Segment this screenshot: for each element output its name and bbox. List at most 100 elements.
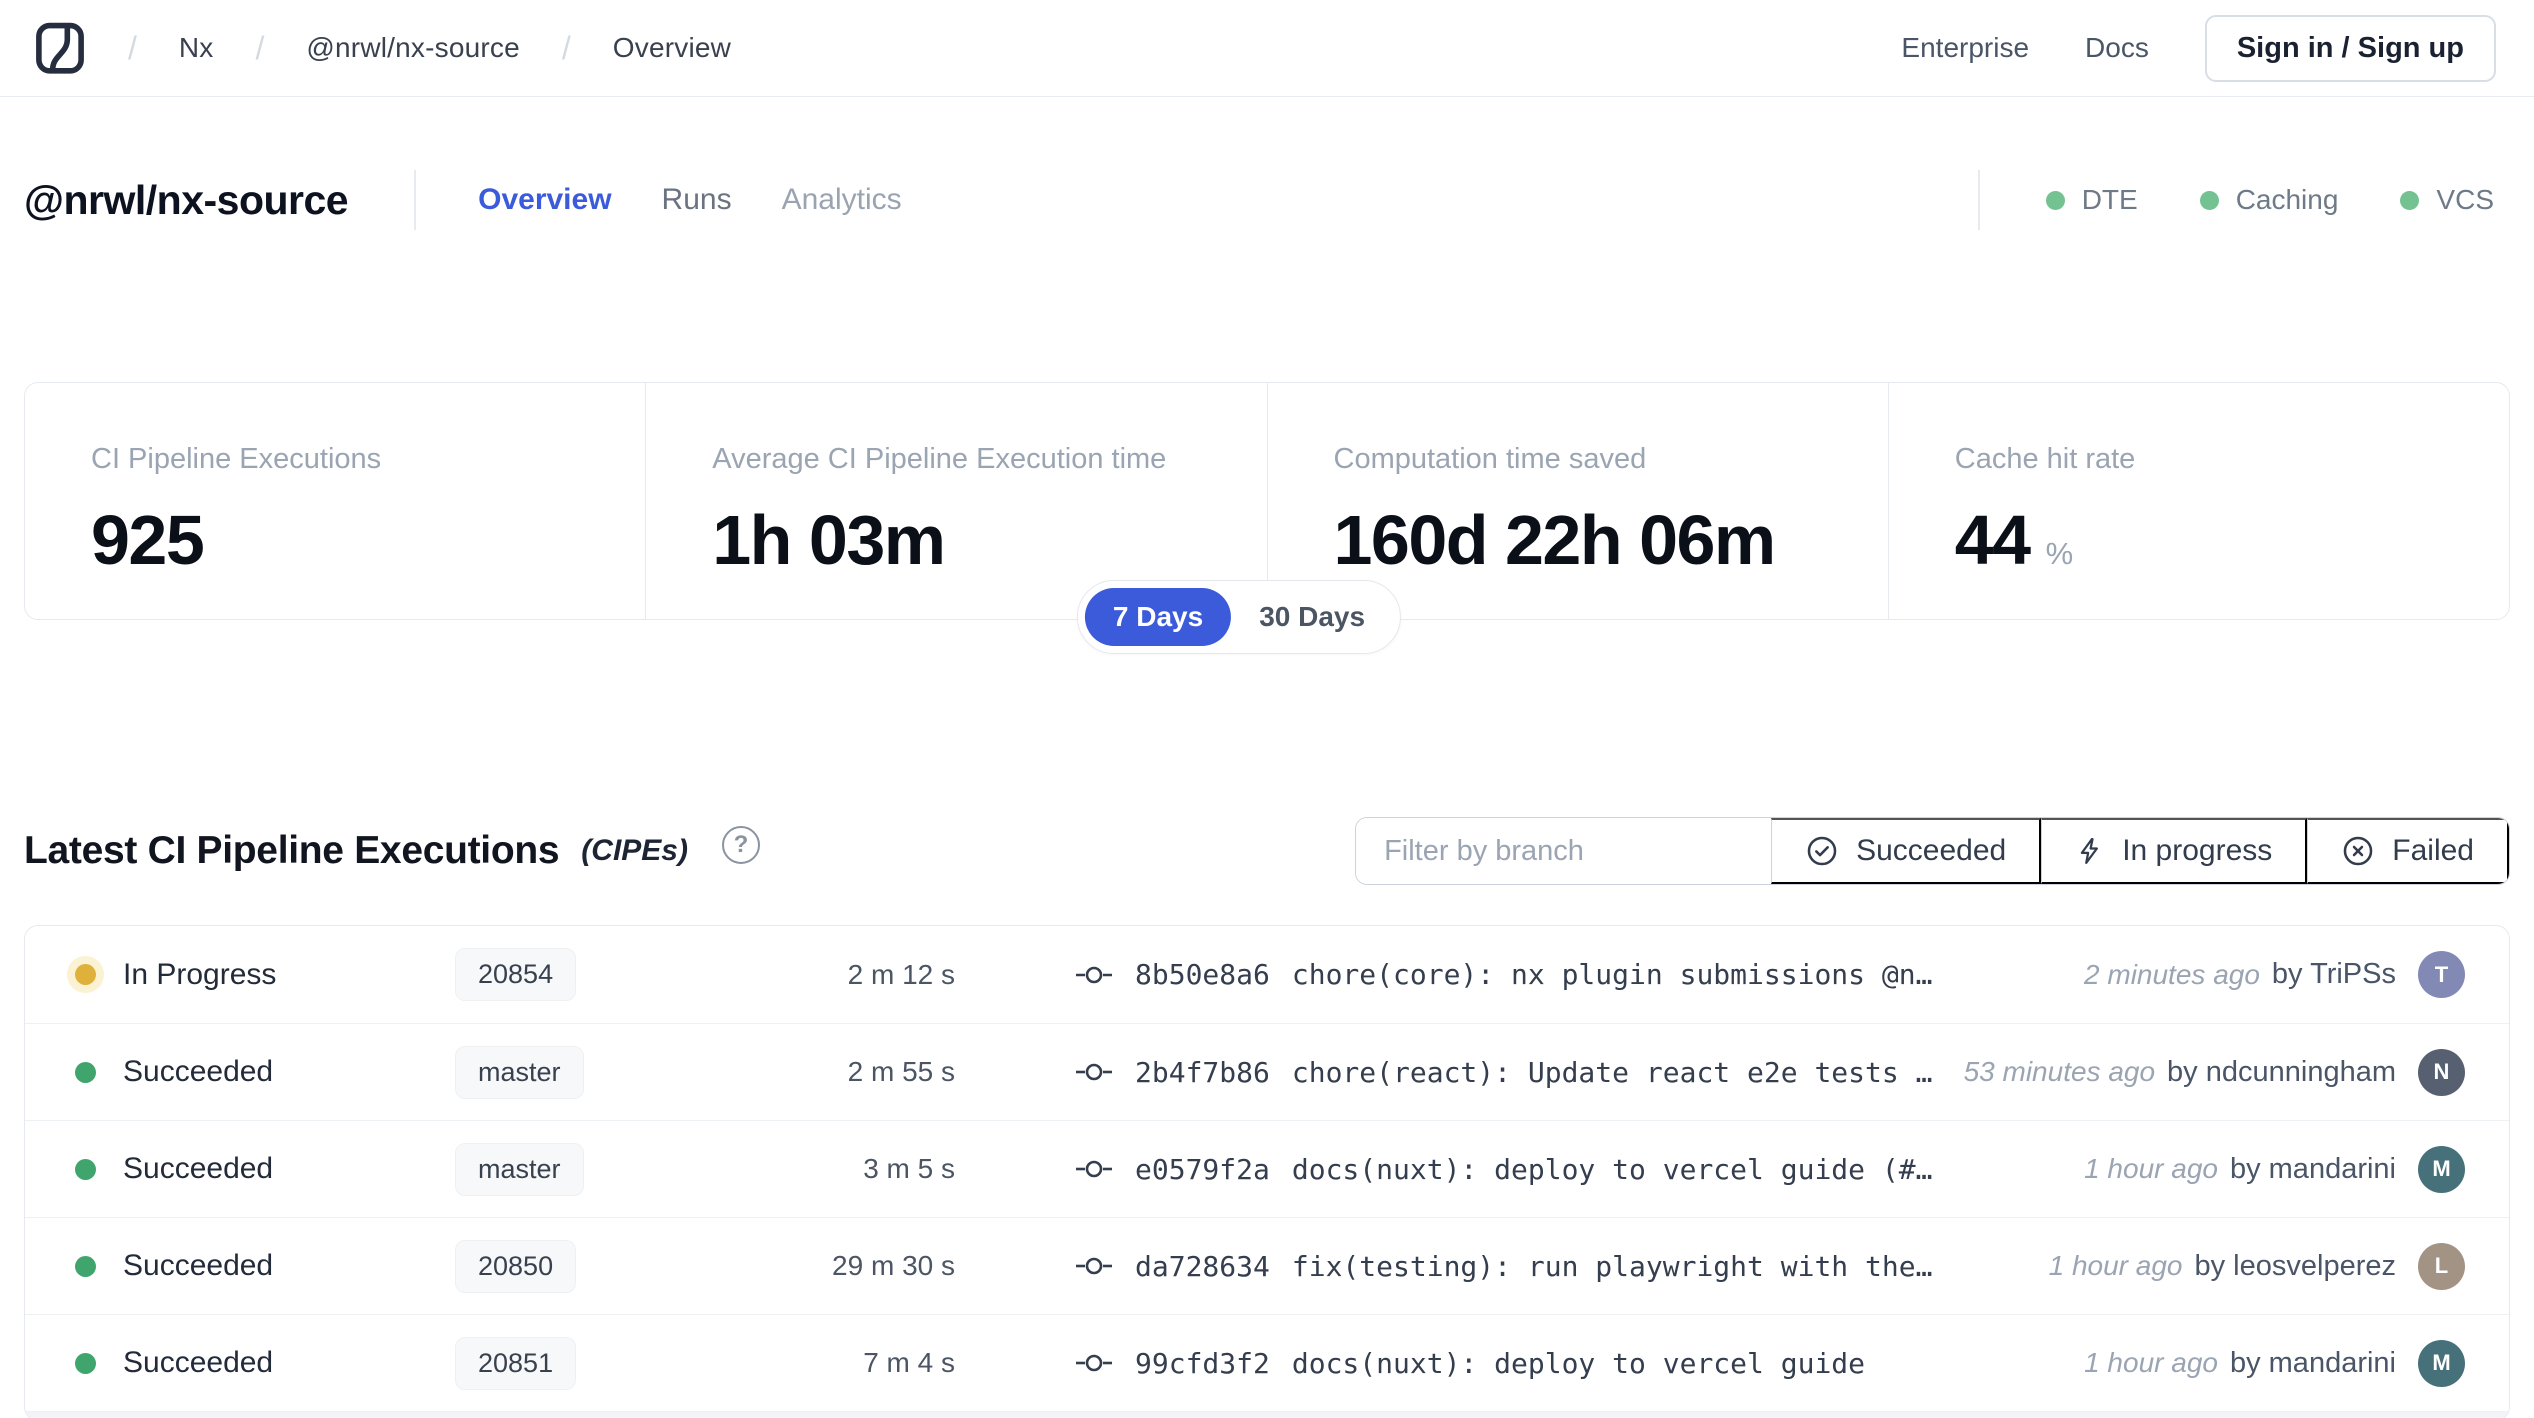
x-circle-icon [2341, 834, 2375, 868]
table-row[interactable]: Succeeded master 2 m 55 s 2b4f7b86 chore… [25, 1023, 2509, 1120]
git-commit-icon [1075, 1350, 1113, 1376]
meta-cell: 53 minutes ago by ndcunningham N [1964, 1049, 2465, 1096]
toggle-7-days[interactable]: 7 Days [1085, 588, 1231, 646]
author: by ndcunningham [2167, 1056, 2396, 1089]
timestamp: 1 hour ago [2084, 1347, 2218, 1379]
cipes-header: Latest CI Pipeline Executions (CIPEs) ? … [24, 817, 2510, 885]
breadcrumb-item-workspace[interactable]: @nrwl/nx-source [306, 32, 519, 64]
duration: 3 m 5 s [705, 1153, 955, 1185]
status-cell: In Progress [75, 958, 455, 992]
avatar[interactable]: L [2418, 1243, 2465, 1290]
enterprise-link[interactable]: Enterprise [1901, 32, 2029, 64]
nx-cloud-logo-icon[interactable] [34, 20, 86, 76]
avatar[interactable]: N [2418, 1049, 2465, 1096]
stat-ci-pipeline-executions: CI Pipeline Executions 925 [25, 383, 645, 619]
table-row[interactable]: Succeeded 20851 7 m 4 s 99cfd3f2 docs(nu… [25, 1314, 2509, 1411]
branch-badge[interactable]: 20850 [455, 1240, 576, 1293]
author: by mandarini [2230, 1153, 2396, 1186]
filter-in-progress-button[interactable]: In progress [2041, 818, 2307, 884]
breadcrumb-separator: / [128, 30, 137, 67]
succeeded-dot-icon [75, 1159, 96, 1180]
succeeded-dot-icon [75, 1353, 96, 1374]
branch-badge[interactable]: master [455, 1046, 584, 1099]
commit-message: chore(react): Update react e2e tests … [1292, 1056, 1933, 1089]
author: by leosvelperez [2195, 1250, 2397, 1283]
avatar[interactable]: T [2418, 951, 2465, 998]
avatar[interactable]: M [2418, 1146, 2465, 1193]
cipes-title: Latest CI Pipeline Executions [24, 829, 559, 873]
filter-failed-button[interactable]: Failed [2307, 818, 2509, 884]
commit-cell: e0579f2a docs(nuxt): deploy to vercel gu… [1075, 1153, 2054, 1186]
duration: 2 m 55 s [705, 1056, 955, 1088]
duration: 7 m 4 s [705, 1347, 955, 1379]
stats-card: CI Pipeline Executions 925 Average CI Pi… [24, 382, 2510, 620]
avatar[interactable]: M [2418, 1340, 2465, 1387]
filter-succeeded-button[interactable]: Succeeded [1771, 818, 2041, 884]
table-row[interactable]: Succeeded master 3 m 5 s e0579f2a docs(n… [25, 1120, 2509, 1217]
toggle-30-days[interactable]: 30 Days [1231, 588, 1393, 646]
workspace-features: DTE Caching VCS [1978, 170, 2494, 230]
meta-cell: 2 minutes ago by TriPSs T [2084, 951, 2465, 998]
green-status-dot-icon [2200, 191, 2219, 210]
author: by mandarini [2230, 1347, 2396, 1380]
stat-value: 44 % [1955, 500, 2509, 580]
author: by TriPSs [2272, 958, 2396, 991]
commit-message: chore(core): nx plugin submissions @n… [1292, 958, 1933, 991]
docs-link[interactable]: Docs [2085, 32, 2149, 64]
succeeded-dot-icon [75, 1256, 96, 1277]
commit-cell: 8b50e8a6 chore(core): nx plugin submissi… [1075, 958, 2054, 991]
cipes-title-wrap: Latest CI Pipeline Executions (CIPEs) ? [24, 829, 760, 873]
feature-vcs: VCS [2400, 184, 2494, 216]
divider [414, 170, 416, 230]
git-commit-icon [1075, 1253, 1113, 1279]
commit-hash[interactable]: da728634 [1135, 1250, 1270, 1283]
stat-value: 1h 03m [712, 500, 1266, 580]
sign-in-button[interactable]: Sign in / Sign up [2205, 15, 2496, 82]
breadcrumb-item-overview[interactable]: Overview [613, 32, 731, 64]
commit-message: fix(testing): run playwright with the… [1292, 1250, 1933, 1283]
percent-suffix: % [2046, 536, 2074, 572]
in-progress-dot-icon [75, 964, 96, 985]
status-cell: Succeeded [75, 1055, 455, 1089]
branch-filter-input[interactable] [1356, 818, 1771, 884]
meta-cell: 1 hour ago by leosvelperez L [2049, 1243, 2465, 1290]
top-header: / Nx / @nrwl/nx-source / Overview Enterp… [0, 0, 2534, 97]
table-row[interactable]: Succeeded 20850 29 m 30 s da728634 fix(t… [25, 1217, 2509, 1314]
commit-hash[interactable]: e0579f2a [1135, 1153, 1270, 1186]
cipes-filter-group: Succeeded In progress Failed [1355, 817, 2510, 885]
stat-value: 925 [91, 500, 645, 580]
bolt-icon [2075, 834, 2105, 868]
git-commit-icon [1075, 1156, 1113, 1182]
workspace-title: @nrwl/nx-source [24, 177, 348, 224]
commit-hash[interactable]: 8b50e8a6 [1135, 958, 1270, 991]
commit-hash[interactable]: 2b4f7b86 [1135, 1056, 1270, 1089]
breadcrumb-separator: / [562, 30, 571, 67]
commit-cell: 2b4f7b86 chore(react): Update react e2e … [1075, 1056, 1934, 1089]
help-question-icon[interactable]: ? [722, 826, 760, 864]
meta-cell: 1 hour ago by mandarini M [2084, 1146, 2465, 1193]
tab-overview[interactable]: Overview [478, 183, 611, 217]
breadcrumb: / Nx / @nrwl/nx-source / Overview [34, 20, 731, 76]
stat-cache-hit-rate: Cache hit rate 44 % [1888, 383, 2509, 619]
commit-message: docs(nuxt): deploy to vercel guide [1292, 1347, 1865, 1380]
feature-dte: DTE [2046, 184, 2138, 216]
timestamp: 53 minutes ago [1964, 1056, 2155, 1088]
branch-badge[interactable]: 20854 [455, 948, 576, 1001]
timestamp: 1 hour ago [2049, 1250, 2183, 1282]
status-cell: Succeeded [75, 1346, 455, 1380]
timestamp: 2 minutes ago [2084, 959, 2260, 991]
commit-cell: da728634 fix(testing): run playwright wi… [1075, 1250, 2019, 1283]
feature-caching: Caching [2200, 184, 2339, 216]
workspace-bar: @nrwl/nx-source Overview Runs Analytics … [0, 160, 2534, 240]
tab-runs[interactable]: Runs [662, 183, 732, 217]
green-status-dot-icon [2046, 191, 2065, 210]
duration: 2 m 12 s [705, 959, 955, 991]
breadcrumb-item-nx[interactable]: Nx [179, 32, 214, 64]
branch-badge[interactable]: 20851 [455, 1337, 576, 1390]
commit-hash[interactable]: 99cfd3f2 [1135, 1347, 1270, 1380]
tab-analytics[interactable]: Analytics [782, 183, 902, 217]
meta-cell: 1 hour ago by mandarini M [2084, 1340, 2465, 1387]
cipes-table: In Progress 20854 2 m 12 s 8b50e8a6 chor… [24, 925, 2510, 1418]
branch-badge[interactable]: master [455, 1143, 584, 1196]
table-row[interactable]: In Progress 20854 2 m 12 s 8b50e8a6 chor… [25, 926, 2509, 1023]
